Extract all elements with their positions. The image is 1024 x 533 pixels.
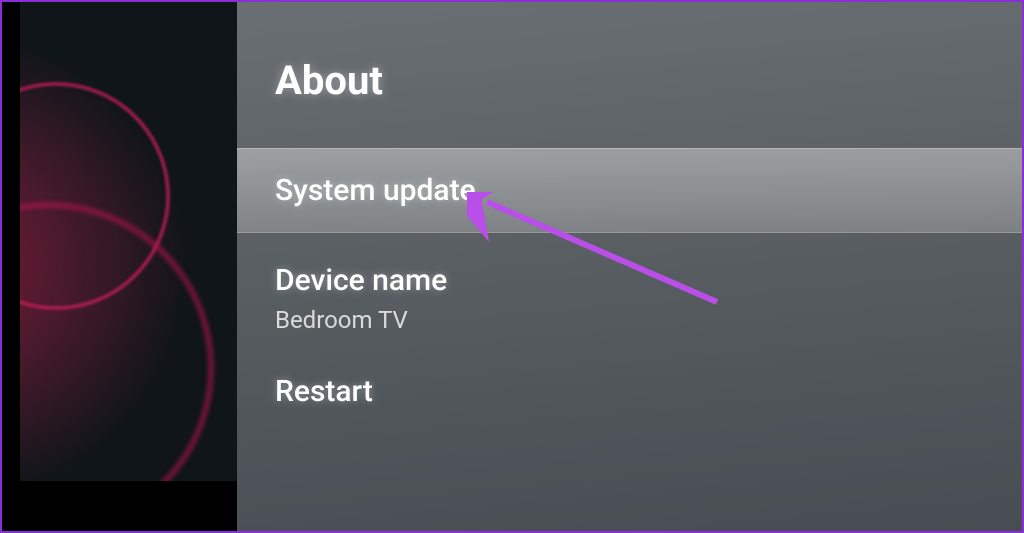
background-art bbox=[2, 2, 237, 531]
screen: About System update Device name Bedroom … bbox=[2, 2, 1022, 531]
menu-value-device-name: Bedroom TV bbox=[275, 306, 984, 334]
menu-label-device-name: Device name bbox=[275, 263, 984, 298]
menu-item-device-name[interactable]: Device name Bedroom TV bbox=[237, 233, 1022, 344]
menu-label-system-update: System update bbox=[275, 173, 984, 208]
settings-panel: About System update Device name Bedroom … bbox=[237, 2, 1022, 531]
menu-item-system-update[interactable]: System update bbox=[237, 148, 1022, 233]
menu-label-restart: Restart bbox=[275, 374, 984, 409]
screen-left-border bbox=[2, 2, 20, 531]
page-title: About bbox=[237, 57, 1022, 104]
menu-item-restart[interactable]: Restart bbox=[237, 344, 1022, 419]
screen-bottom-border bbox=[2, 481, 237, 531]
